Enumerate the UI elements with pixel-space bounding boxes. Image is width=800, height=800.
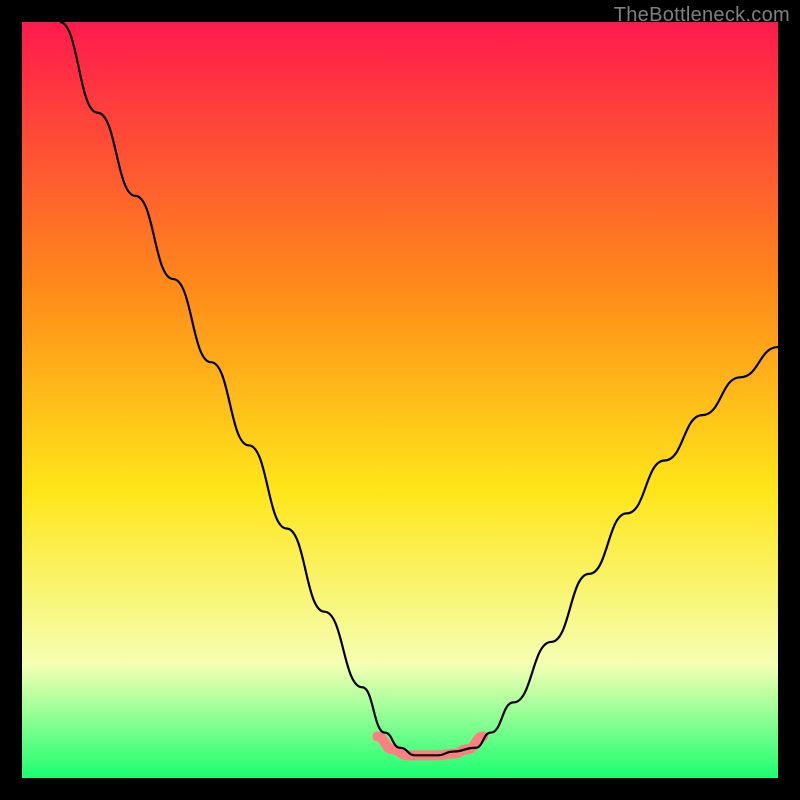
chart-plot-area (22, 22, 778, 778)
chart-frame (22, 22, 778, 778)
watermark-text: TheBottleneck.com (614, 4, 790, 27)
chart-svg (22, 22, 778, 778)
gradient-background (22, 22, 778, 778)
